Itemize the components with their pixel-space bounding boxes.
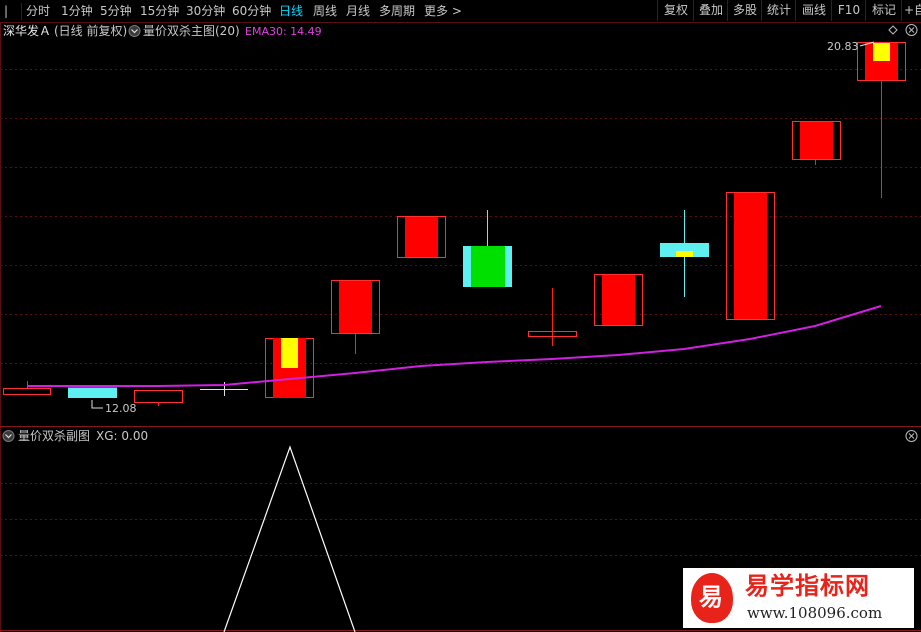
watermark-banner: 易 易学指标网 www.108096.com — [683, 568, 914, 628]
chart-mode: (日线 前复权) — [54, 24, 128, 38]
candle-body-fill — [734, 193, 767, 319]
candle-body-fill — [405, 217, 438, 257]
logo-glyph: 易 — [699, 583, 723, 611]
indicator-menu-icon — [128, 25, 141, 37]
candle-body — [3, 388, 51, 395]
watermark-url: www.108096.com — [747, 604, 883, 622]
candle-body-fill — [339, 281, 372, 333]
stock-name[interactable]: 深华发Ａ — [3, 24, 51, 38]
xg-signal-line — [223, 445, 356, 632]
ema30-value: EMA30: 14.49 — [245, 25, 322, 38]
low-arrow — [91, 400, 103, 409]
diamond-icon — [888, 25, 898, 35]
candle-body-fill — [471, 246, 505, 287]
candles — [3, 42, 906, 406]
high-price-label: 20.83 — [827, 40, 859, 53]
xg-value: XG: 0.00 — [96, 429, 149, 443]
candle-body-fill — [602, 275, 635, 325]
chart-canvas — [0, 22, 921, 632]
candle-volume-mark — [676, 251, 693, 257]
sub-indicator-name[interactable]: 量价双杀副图 — [18, 429, 90, 443]
low-price-label: 12.08 — [105, 402, 137, 415]
toolbar-separator — [21, 3, 22, 20]
candle-body — [134, 390, 183, 403]
watermark-title: 易学指标网 — [745, 572, 870, 600]
candle-volume-mark — [873, 43, 890, 61]
toolbar-left-marker: | — [4, 4, 9, 18]
main-indicator-name[interactable]: 量价双杀主图(20) — [143, 24, 240, 38]
candle-body-fill — [800, 122, 833, 159]
candle-volume-mark — [281, 338, 298, 368]
sub-indicator-menu-icon — [2, 430, 15, 442]
